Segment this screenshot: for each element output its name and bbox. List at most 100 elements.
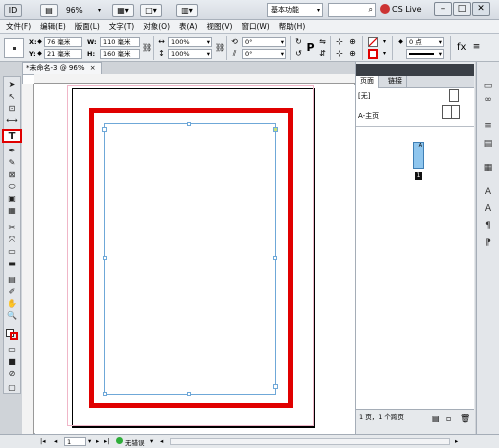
- page-tool-icon[interactable]: ⊡: [5, 104, 19, 114]
- stroke-weight-field[interactable]: 0 点 ▾: [406, 37, 444, 47]
- stepper-icon[interactable]: ◆: [35, 49, 44, 58]
- ellipse-tool-icon[interactable]: ⬭: [5, 182, 19, 192]
- fill-swatch[interactable]: [368, 37, 378, 47]
- rotate-cw-icon[interactable]: ↻: [294, 37, 303, 46]
- links-panel-icon[interactable]: ∞: [481, 94, 495, 106]
- formatting-container-icon[interactable]: ▭: [5, 345, 19, 355]
- x-field[interactable]: 76 毫米: [44, 37, 82, 47]
- menu-edit[interactable]: 编辑(E): [40, 21, 66, 32]
- text-frame[interactable]: [102, 122, 278, 396]
- menu-help[interactable]: 帮助(H): [279, 21, 306, 32]
- flip-vertical-icon[interactable]: ⇵: [318, 49, 327, 58]
- stroke-panel-icon[interactable]: ≡: [481, 120, 495, 132]
- paragraph-styles-icon[interactable]: ⁋: [481, 237, 495, 249]
- menu-object[interactable]: 对象(O): [143, 21, 170, 32]
- menu-file[interactable]: 文件(F): [6, 21, 31, 32]
- document-tab[interactable]: *未命名-3 @ 96% ×: [22, 62, 102, 74]
- zoom-dropdown[interactable]: ▾: [98, 3, 101, 17]
- link-icon[interactable]: ⛓: [142, 43, 152, 52]
- select-content-icon[interactable]: ⊹: [335, 49, 344, 58]
- resize-handle[interactable]: [187, 392, 191, 396]
- note-tool-icon[interactable]: ▤: [5, 275, 19, 285]
- menu-table[interactable]: 表(A): [179, 21, 197, 32]
- path-icon[interactable]: P: [306, 42, 315, 53]
- pencil-tool-icon[interactable]: ✎: [5, 158, 19, 168]
- scale-x-field[interactable]: 100% ▾: [168, 37, 212, 47]
- master-none-thumb[interactable]: [449, 89, 459, 102]
- page-dropdown-icon[interactable]: ▾: [88, 437, 91, 445]
- flip-horizontal-icon[interactable]: ⇋: [318, 37, 327, 46]
- resize-handle[interactable]: [273, 256, 277, 260]
- stroke-type-field[interactable]: ▾: [406, 49, 444, 59]
- out-port[interactable]: [273, 127, 278, 132]
- apply-none-icon[interactable]: ⊘: [5, 369, 19, 379]
- first-page-icon[interactable]: |◂: [40, 437, 45, 445]
- rotate-field[interactable]: 0° ▾: [242, 37, 286, 47]
- apply-color-icon[interactable]: ■: [5, 357, 19, 367]
- minimize-button[interactable]: –: [434, 2, 452, 16]
- height-field[interactable]: 160 毫米: [100, 49, 140, 59]
- new-page-icon[interactable]: ▫: [446, 412, 451, 426]
- last-page-icon[interactable]: ▸|: [104, 437, 109, 445]
- master-none-label[interactable]: [无]: [358, 91, 370, 101]
- close-button[interactable]: ✕: [472, 2, 490, 16]
- menu-window[interactable]: 窗口(W): [241, 21, 269, 32]
- y-field[interactable]: 21 毫米: [44, 49, 82, 59]
- master-a-label[interactable]: A-主页: [358, 111, 379, 121]
- shear-field[interactable]: 0° ▾: [242, 49, 286, 59]
- edit-page-size-icon[interactable]: ▤: [432, 412, 440, 426]
- resize-handle[interactable]: [187, 122, 191, 126]
- reference-point-icon[interactable]: [4, 38, 24, 58]
- resize-handle[interactable]: [103, 392, 107, 396]
- constrain-icon[interactable]: ⛓: [215, 43, 225, 52]
- page-1-thumb[interactable]: A: [413, 142, 424, 169]
- delete-page-icon[interactable]: 🗑: [460, 412, 470, 426]
- in-port[interactable]: [102, 127, 107, 132]
- screen-mode-icon[interactable]: ▢: [5, 383, 19, 393]
- menu-view[interactable]: 视图(V): [206, 21, 232, 32]
- master-a-thumb[interactable]: [442, 105, 460, 119]
- search-input[interactable]: ⌕: [328, 3, 376, 17]
- panel-header[interactable]: [356, 64, 474, 76]
- pages-panel-icon[interactable]: ▭: [481, 80, 495, 92]
- select-container-icon[interactable]: ⊹: [335, 37, 344, 46]
- resize-handle[interactable]: [103, 256, 107, 260]
- rotate-ccw-icon[interactable]: ↺: [294, 49, 303, 58]
- chevron-down-icon[interactable]: ▾: [380, 49, 389, 58]
- stepper-icon[interactable]: ◆: [35, 37, 44, 46]
- character-styles-icon[interactable]: Ａ: [481, 203, 495, 215]
- bridge-button[interactable]: ▤: [40, 3, 58, 17]
- character-panel-icon[interactable]: A: [481, 186, 495, 198]
- scissors-tool-icon[interactable]: ✂: [5, 223, 19, 233]
- cs-live-button[interactable]: CS Live: [380, 4, 422, 14]
- page-field[interactable]: 1: [64, 437, 86, 446]
- next-page-icon[interactable]: ▸: [96, 437, 99, 445]
- restore-button[interactable]: □: [453, 2, 471, 16]
- paragraph-panel-icon[interactable]: ¶: [481, 220, 495, 232]
- tab-links[interactable]: 链接: [384, 76, 407, 88]
- scroll-right-icon[interactable]: ▸: [455, 437, 458, 445]
- rectangle-frame-tool-icon[interactable]: ⊠: [5, 170, 19, 180]
- width-field[interactable]: 110 毫米: [100, 37, 140, 47]
- preflight-menu-icon[interactable]: ▾: [150, 437, 153, 445]
- pen-tool-icon[interactable]: ✒: [5, 146, 19, 156]
- eyedropper-tool-icon[interactable]: ✐: [5, 287, 19, 297]
- workspace-switcher[interactable]: 基本功能 ▾: [267, 3, 323, 17]
- zoom-tool-icon[interactable]: 🔍: [5, 311, 19, 321]
- direct-selection-tool-icon[interactable]: ↖: [5, 92, 19, 102]
- open-folder-icon[interactable]: ◂: [160, 437, 163, 445]
- menu-layout[interactable]: 版面(L): [75, 21, 100, 32]
- prev-page-icon[interactable]: ◂: [54, 437, 57, 445]
- free-transform-tool-icon[interactable]: ⤧: [5, 235, 19, 245]
- select-next-icon[interactable]: ⊕: [348, 49, 357, 58]
- horizontal-scrollbar[interactable]: [170, 438, 450, 445]
- gap-tool-icon[interactable]: ⟷: [5, 116, 19, 126]
- horizontal-ruler[interactable]: [34, 74, 355, 84]
- swatches-panel-icon[interactable]: ▦: [481, 162, 495, 174]
- stroke-weight-stepper-icon[interactable]: ◆: [396, 37, 405, 46]
- table-tool-icon[interactable]: ▦: [5, 206, 19, 216]
- stroke-swatch[interactable]: [368, 49, 378, 59]
- type-tool-icon[interactable]: T: [2, 129, 22, 143]
- chevron-down-icon[interactable]: ▾: [380, 37, 389, 46]
- preflight-errors[interactable]: 无错误: [125, 437, 145, 447]
